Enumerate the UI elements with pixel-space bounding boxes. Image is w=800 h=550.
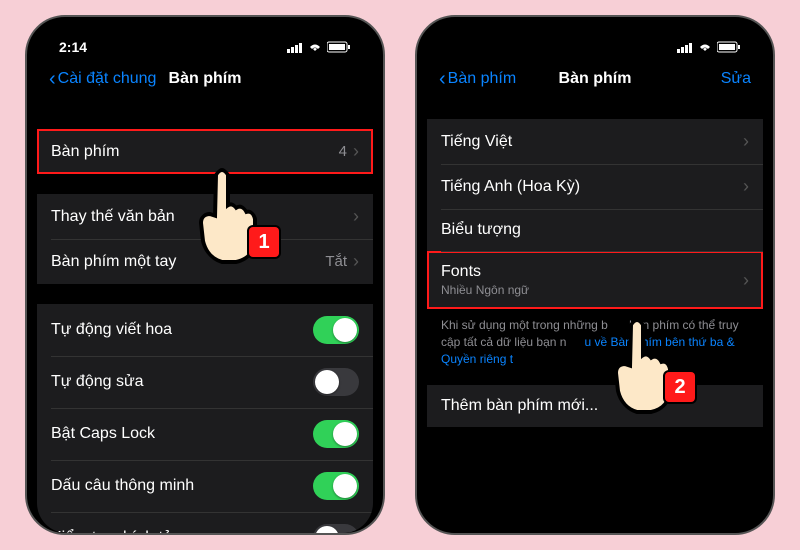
row-value: Tắt <box>325 253 347 270</box>
row-label: Biểu tượng <box>441 221 521 239</box>
wifi-icon <box>307 41 323 53</box>
row-add-keyboard[interactable]: Thêm bàn phím mới... <box>427 385 763 427</box>
toggle-switch[interactable] <box>313 472 359 500</box>
row-caps-lock[interactable]: Bật Caps Lock <box>37 408 373 460</box>
row-auto-correct[interactable]: Tự động sửa <box>37 356 373 408</box>
row-text-replacement[interactable]: Thay thế văn bản › <box>37 194 373 239</box>
status-time: 2:14 <box>59 39 87 55</box>
step-badge: 1 <box>249 227 279 257</box>
notch <box>520 27 670 51</box>
row-keyboards[interactable]: Bàn phím 4 › <box>37 129 373 174</box>
battery-icon <box>717 41 741 53</box>
row-label: Tự động viết hoa <box>51 321 172 339</box>
row-label: Bàn phím <box>51 143 119 161</box>
row-lang-english-us[interactable]: Tiếng Anh (Hoa Kỳ) › <box>427 164 763 209</box>
battery-icon <box>327 41 351 53</box>
phone-right: ‹Bàn phím Bàn phím Sửa Tiếng Việt › Tiến… <box>415 15 775 535</box>
nav-bar: ‹Bàn phím Bàn phím Sửa <box>427 63 763 99</box>
nav-bar: ‹Cài đặt chung Bàn phím <box>37 63 373 99</box>
status-time <box>449 39 453 55</box>
phone-left: 2:14 ‹Cài đặt chung Bàn phím Bàn phím 4 ›… <box>25 15 385 535</box>
row-label: Tiếng Anh (Hoa Kỳ) <box>441 178 580 196</box>
row-smart-punctuation[interactable]: Dấu câu thông minh <box>37 460 373 512</box>
wifi-icon <box>697 41 713 53</box>
chevron-right-icon: › <box>743 270 749 291</box>
row-fonts[interactable]: Fonts Nhiều Ngôn ngữ › <box>427 251 763 309</box>
chevron-right-icon: › <box>353 206 359 227</box>
toggle-switch[interactable] <box>313 368 359 396</box>
row-label: Thay thế văn bản <box>51 208 175 226</box>
signal-icon <box>677 42 693 53</box>
row-emoji[interactable]: Biểu tượng <box>427 209 763 251</box>
row-label: Kiểm tra chính tả <box>51 529 172 533</box>
chevron-left-icon: ‹ <box>439 69 446 89</box>
row-auto-capitalize[interactable]: Tự động viết hoa <box>37 304 373 356</box>
row-label: Dấu câu thông minh <box>51 477 194 495</box>
chevron-left-icon: ‹ <box>49 69 56 89</box>
footer-note: Khi sử dụng một trong những bxxx bàn phí… <box>427 309 763 367</box>
row-spell-check[interactable]: Kiểm tra chính tả <box>37 512 373 533</box>
chevron-right-icon: › <box>353 141 359 162</box>
row-label: Bật Caps Lock <box>51 425 155 443</box>
row-label: Thêm bàn phím mới... <box>441 397 598 415</box>
row-label: Fonts <box>441 263 529 281</box>
toggle-switch[interactable] <box>313 316 359 344</box>
notch <box>130 27 280 51</box>
toggle-switch[interactable] <box>313 524 359 533</box>
back-button[interactable]: ‹Cài đặt chung <box>49 69 156 89</box>
row-label: Tiếng Việt <box>441 133 512 151</box>
row-label: Tự động sửa <box>51 373 144 391</box>
chevron-right-icon: › <box>743 176 749 197</box>
page-title: Bàn phím <box>559 70 632 88</box>
row-lang-vietnamese[interactable]: Tiếng Việt › <box>427 119 763 164</box>
row-label: Bàn phím một tay <box>51 253 176 271</box>
signal-icon <box>287 42 303 53</box>
back-label: Bàn phím <box>448 70 516 88</box>
toggle-switch[interactable] <box>313 420 359 448</box>
chevron-right-icon: › <box>743 131 749 152</box>
chevron-right-icon: › <box>353 251 359 272</box>
step-badge: 2 <box>665 372 695 402</box>
row-sublabel: Nhiều Ngôn ngữ <box>441 283 529 297</box>
back-button[interactable]: ‹Bàn phím <box>439 69 516 89</box>
back-label: Cài đặt chung <box>58 70 157 88</box>
page-title: Bàn phím <box>169 70 242 88</box>
edit-button[interactable]: Sửa <box>721 70 751 88</box>
row-one-handed[interactable]: Bàn phím một tay Tắt › <box>37 239 373 284</box>
row-value: 4 <box>339 143 347 160</box>
